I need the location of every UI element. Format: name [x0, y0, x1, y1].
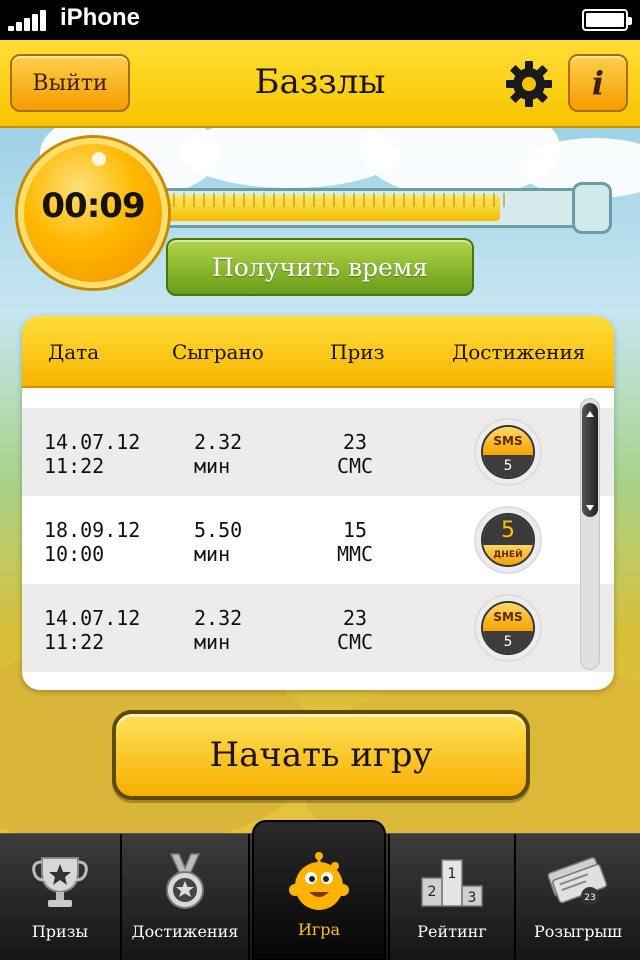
played-cell: 2.32 мин [194, 606, 243, 654]
table-header: Дата Сыграно Приз Достижения [22, 316, 614, 388]
timer-tube [130, 188, 600, 228]
tab-lottery[interactable]: 23 Розыгрыш [516, 834, 640, 960]
prize-cell: 23 СМС [336, 430, 374, 478]
date-cell: 18.09.12 10:00 [44, 518, 141, 566]
tab-achievements[interactable]: Достижения [122, 834, 248, 960]
bubble [92, 152, 106, 166]
table-row[interactable]: 14.07.12 11:22 2.32 мин 23 СМС SMS 5 [22, 584, 614, 672]
signal-icon [8, 9, 48, 31]
timer-scale [143, 193, 507, 207]
navigation-bar: Выйти Баззлы i [0, 40, 640, 128]
status-bar: iPhone [0, 0, 640, 40]
tab-divider [248, 834, 250, 960]
column-header-date: Дата [48, 340, 100, 364]
start-game-button[interactable]: Начать игру [112, 710, 530, 800]
medal-icon [166, 853, 204, 909]
results-table: Дата Сыграно Приз Достижения 14.07.12 11:… [22, 316, 614, 690]
table-row[interactable]: 18.09.12 10:00 5.50 мин 15 ММС 5 ДНЕЙ [22, 496, 614, 584]
battery-icon [582, 9, 632, 31]
arrow-up-icon [586, 411, 594, 417]
column-header-achievements: Достижения [452, 340, 586, 364]
podium-first: 1 [448, 866, 457, 882]
carrier-name: iPhone [60, 4, 141, 31]
column-header-prize: Приз [330, 340, 385, 364]
scrollbar[interactable] [580, 398, 600, 670]
prize-cell: 23 СМС [336, 606, 374, 654]
tickets-icon: 23 [547, 856, 608, 905]
podium-second: 2 [428, 884, 437, 900]
podium-icon: 1 2 3 [421, 859, 483, 907]
timer-tube-end [572, 182, 612, 234]
days-medal-icon[interactable]: 5 ДНЕЙ [474, 506, 542, 574]
scrollbar-thumb[interactable] [582, 403, 598, 517]
tab-prizes[interactable]: Призы [0, 834, 120, 960]
monster-icon [289, 852, 349, 910]
tab-label: Игра [297, 920, 341, 939]
date-cell: 14.07.12 11:22 [44, 430, 141, 478]
trophy-icon [32, 857, 88, 907]
get-time-button[interactable]: Получить время [166, 238, 474, 296]
column-header-played: Сыграно [172, 340, 264, 364]
gear-icon[interactable] [504, 59, 554, 109]
prize-cell: 15 ММС [336, 518, 374, 566]
ticket-number: 23 [584, 893, 595, 903]
game-scene: 00:09 Получить время Дата Сыграно Приз Д… [0, 128, 640, 833]
played-cell: 5.50 мин [194, 518, 243, 566]
date-cell: 14.07.12 11:22 [44, 606, 141, 654]
tab-label: Розыгрыш [533, 922, 623, 941]
podium-third: 3 [468, 890, 477, 906]
tab-bar: Призы Достижения Игра 1 2 3 Рейтинг 23 Р… [0, 820, 640, 960]
info-button[interactable]: i [568, 54, 628, 112]
tab-rating[interactable]: 1 2 3 Рейтинг [390, 834, 514, 960]
table-row[interactable]: 14.07.12 11:22 2.32 мин 23 СМС SMS 5 [22, 408, 614, 496]
sms-medal-icon[interactable]: SMS 5 [474, 418, 542, 486]
arrow-down-icon [586, 505, 594, 511]
tab-label: Достижения [131, 922, 239, 941]
timer-value: 00:09 [41, 186, 145, 226]
tab-label: Призы [31, 922, 89, 941]
played-cell: 2.32 мин [194, 430, 243, 478]
tab-game[interactable]: Игра [252, 820, 386, 960]
tab-label: Рейтинг [417, 922, 487, 941]
sms-medal-icon[interactable]: SMS 5 [474, 594, 542, 662]
